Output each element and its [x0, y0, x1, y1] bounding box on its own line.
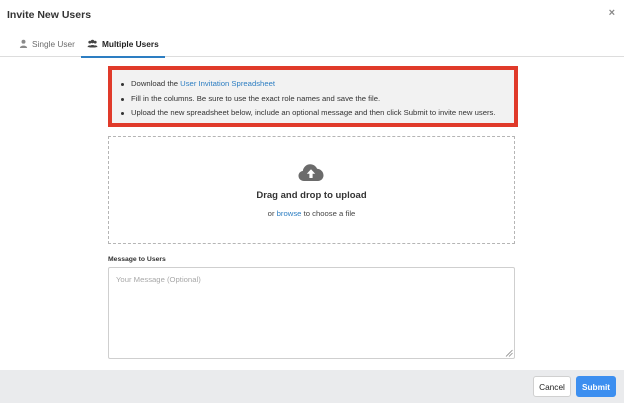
close-icon[interactable]: × — [609, 7, 615, 19]
browse-link[interactable]: browse — [277, 209, 302, 218]
tab-multiple-users[interactable]: Multiple Users — [81, 30, 165, 58]
instruction-item: Fill in the columns. Be sure to use the … — [120, 92, 514, 107]
submit-button[interactable]: Submit — [576, 376, 616, 397]
tab-multiple-users-label: Multiple Users — [102, 38, 159, 49]
invite-users-modal: Invite New Users × Single User Multiple … — [0, 0, 624, 403]
instructions-box: Download the User Invitation Spreadsheet… — [108, 66, 518, 127]
dropzone-suffix: to choose a file — [301, 209, 356, 218]
dropzone-title: Drag and drop to upload — [256, 190, 367, 201]
resize-handle-icon[interactable] — [505, 349, 513, 357]
users-icon — [87, 39, 98, 48]
tab-single-user-label: Single User — [32, 38, 75, 49]
tab-single-user[interactable]: Single User — [13, 30, 81, 57]
modal-footer: Cancel Submit — [0, 370, 624, 403]
instruction-text: Download the — [131, 79, 181, 88]
spreadsheet-download-link[interactable]: User Invitation Spreadsheet — [180, 79, 275, 88]
file-dropzone[interactable]: Drag and drop to upload or browse to cho… — [108, 136, 515, 244]
instructions-list: Download the User Invitation Spreadsheet… — [112, 70, 514, 121]
modal-title: Invite New Users — [7, 9, 92, 21]
message-label: Message to Users — [108, 256, 166, 263]
user-icon — [19, 39, 28, 48]
cancel-button[interactable]: Cancel — [533, 376, 571, 397]
dropzone-prefix: or — [267, 209, 277, 218]
modal-header: Invite New Users × — [0, 0, 624, 30]
message-textarea[interactable] — [108, 267, 515, 359]
dropzone-subtitle: or browse to choose a file — [109, 209, 514, 218]
cloud-upload-icon — [298, 164, 324, 181]
tab-bar: Single User Multiple Users — [0, 30, 624, 58]
instruction-item: Download the User Invitation Spreadsheet — [120, 77, 514, 92]
instruction-item: Upload the new spreadsheet below, includ… — [120, 106, 514, 121]
